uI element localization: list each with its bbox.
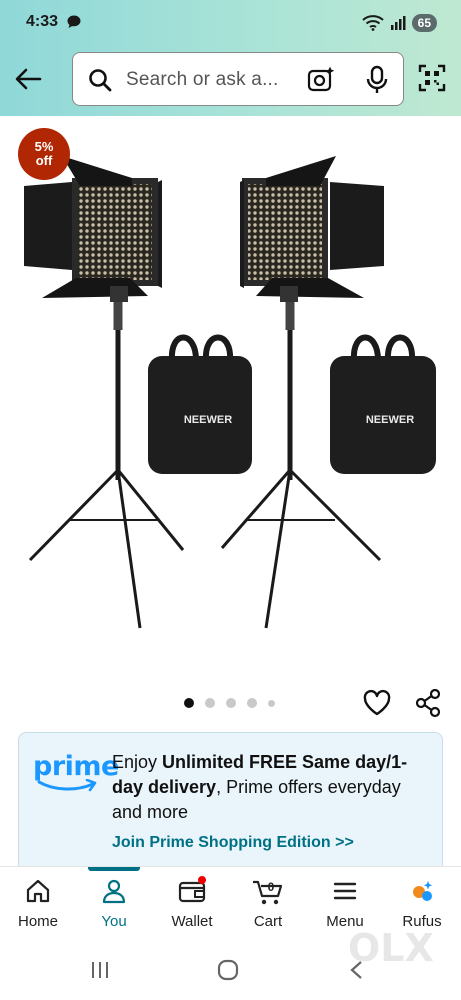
microphone-icon[interactable] xyxy=(365,65,389,95)
discount-word: off xyxy=(35,153,53,168)
home-icon xyxy=(26,879,50,903)
nav-wallet[interactable]: Wallet xyxy=(154,867,230,945)
status-bar: 4:33 65 xyxy=(0,0,461,46)
rufus-icon xyxy=(413,881,433,901)
discount-badge: 5% off xyxy=(18,128,70,180)
nav-cart-label: Cart xyxy=(253,913,283,930)
qr-scan-icon[interactable] xyxy=(418,64,446,92)
svg-text:NEEWER: NEEWER xyxy=(366,414,414,426)
svg-text:NEEWER: NEEWER xyxy=(184,414,232,426)
carousel-indicator xyxy=(184,698,275,708)
recent-apps-icon[interactable] xyxy=(90,960,110,980)
battery-level: 65 xyxy=(411,14,437,32)
status-icons: 65 xyxy=(361,12,437,34)
carousel-dot[interactable] xyxy=(268,699,275,707)
carry-bag-right: NEEWER xyxy=(330,334,436,474)
camera-search-icon[interactable] xyxy=(307,65,335,93)
cart-icon: 0 xyxy=(253,880,283,905)
search-input[interactable]: Search or ask a... xyxy=(126,69,279,91)
signal-icon xyxy=(390,16,406,30)
nav-you-label: You xyxy=(101,913,127,930)
wallet-notification-dot xyxy=(198,876,206,884)
search-icon xyxy=(89,69,112,92)
carousel-dot[interactable] xyxy=(226,698,236,708)
prime-description: Enjoy Unlimited FREE Same day/1-day deli… xyxy=(112,752,408,822)
carousel-dot[interactable] xyxy=(205,698,215,708)
carousel-dot[interactable] xyxy=(184,698,194,708)
person-icon xyxy=(102,879,126,904)
svg-text:OLX: OLX xyxy=(348,926,434,970)
share-icon[interactable] xyxy=(414,688,442,718)
prime-banner[interactable]: prime Enjoy Unlimited FREE Same day/1-da… xyxy=(18,732,443,872)
nav-cart[interactable]: 0 Cart xyxy=(230,867,306,945)
menu-icon xyxy=(333,882,357,900)
wifi-icon xyxy=(361,15,384,31)
discount-percent: 5% xyxy=(34,139,54,154)
status-time: 4:33 xyxy=(26,13,59,30)
active-tab-indicator xyxy=(88,867,140,871)
prime-smile-icon xyxy=(37,779,97,792)
nav-wallet-label: Wallet xyxy=(171,913,213,930)
carousel-dot[interactable] xyxy=(247,698,257,708)
product-image[interactable]: NEEWER NEEWER xyxy=(0,116,461,676)
nav-home-label: Home xyxy=(17,913,58,930)
search-box[interactable]: Search or ask a... xyxy=(72,52,404,106)
header: 4:33 65 Search or ask a... xyxy=(0,0,461,116)
join-prime-link[interactable]: Join Prime Shopping Edition >> xyxy=(112,834,354,852)
back-arrow-icon[interactable] xyxy=(12,63,44,95)
carry-bag-left: NEEWER xyxy=(148,334,252,474)
home-button-icon[interactable] xyxy=(217,959,239,981)
prime-logo: prime xyxy=(33,751,119,792)
olx-watermark-icon: OLX xyxy=(348,926,434,970)
nav-you[interactable]: You xyxy=(76,867,152,945)
wishlist-heart-icon[interactable] xyxy=(362,689,392,717)
nav-home[interactable]: Home xyxy=(0,867,76,945)
chat-notification-icon xyxy=(67,15,81,28)
cart-count: 0 xyxy=(268,880,275,894)
